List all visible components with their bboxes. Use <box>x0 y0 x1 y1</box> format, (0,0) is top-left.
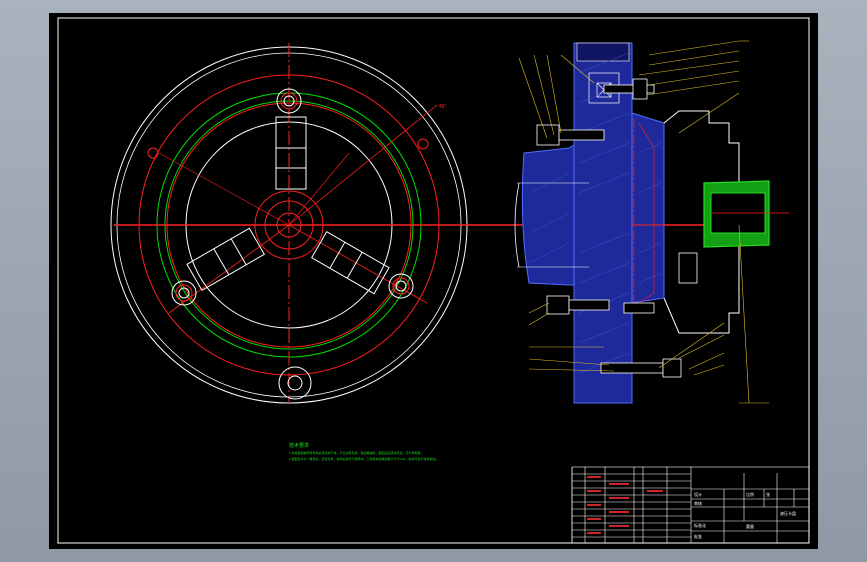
notes-line-2: 2.装配后卡爪一致性好，定位可靠，夹紧后用手不能转动，工件装夹后跳动量不大于0.… <box>289 456 438 461</box>
bolt-hole-right <box>388 273 414 299</box>
plate-section <box>631 112 665 304</box>
jaw-right <box>310 231 390 295</box>
drawing-name: 液压卡盘 <box>780 510 796 516</box>
notes-line-1: 1.夹具装配前所有零件必须清洗干净，不允许有毛刺、锐边等缺陷，装配后应转动灵活，… <box>289 450 424 455</box>
cad-drawing: 45° 技术要求 1.夹具装配前所有零件必须清洗干净，不允许有毛刺、锐边等缺陷，… <box>57 17 810 544</box>
jaw-left <box>186 227 266 291</box>
drawing-border <box>57 17 810 544</box>
checker-label: 审核 <box>694 500 702 506</box>
scale-label: 比例 <box>746 491 754 497</box>
bolt-hole-bottom <box>278 366 312 400</box>
svg-text:45°: 45° <box>439 104 447 110</box>
notes-heading: 技术要求 <box>289 442 309 449</box>
pin-hole-1 <box>147 147 159 159</box>
diag-centerline-1 <box>288 104 438 226</box>
front-view: 45° <box>110 43 769 404</box>
sheet-label: 张 <box>766 491 770 497</box>
pin-hole-2 <box>417 138 429 150</box>
diag-centerline-4 <box>158 152 290 226</box>
weight-label: 重量 <box>746 523 754 529</box>
technical-notes: 技术要求 1.夹具装配前所有零件必须清洗干净，不允许有毛刺、锐边等缺陷，装配后应… <box>289 442 438 461</box>
jaw-top <box>275 116 307 190</box>
designer-label: 设计 <box>694 491 702 497</box>
approve-label: 批准 <box>694 533 702 539</box>
title-block-text: 液压卡盘 比例 张 设计 审核 标准化 批准 重量 <box>694 491 796 539</box>
cad-viewport[interactable]: 45° 技术要求 1.夹具装配前所有零件必须清洗干净，不允许有毛刺、锐边等缺陷，… <box>49 13 818 549</box>
standard-label: 标准化 <box>694 522 706 528</box>
section-view <box>514 42 789 404</box>
title-block <box>571 466 810 544</box>
bolt-hole-left <box>171 280 197 306</box>
